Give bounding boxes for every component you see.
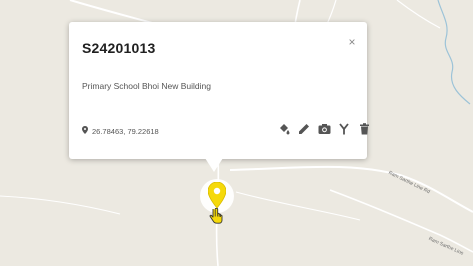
popup-title: S24201013 [82,40,156,56]
location-pin-icon [82,126,88,136]
road-minor [235,191,361,221]
info-popup: S24201013 × Primary School Bhoi New Buil… [69,22,369,172]
fork-icon[interactable] [337,122,351,136]
hand-cursor-icon [209,207,223,229]
trash-icon[interactable] [357,122,371,136]
road-east [229,165,473,213]
river-line [437,0,471,105]
road-west [0,195,121,215]
road-top-right [396,0,441,29]
camera-icon[interactable] [317,122,331,136]
popup-tail [205,158,223,172]
pencil-icon[interactable] [297,122,311,136]
close-icon[interactable]: × [346,36,358,48]
popup-description: Primary School Bhoi New Building [82,81,211,91]
paint-bucket-icon[interactable] [277,122,291,136]
popup-coordinates: 26.78463, 79.22618 [82,126,159,136]
coordinates-text: 26.78463, 79.22618 [92,126,159,136]
popup-toolbar [277,122,377,136]
map-canvas[interactable]: Ram Sarthe Line Rd Ram Sarthe Line S2420… [0,0,473,266]
